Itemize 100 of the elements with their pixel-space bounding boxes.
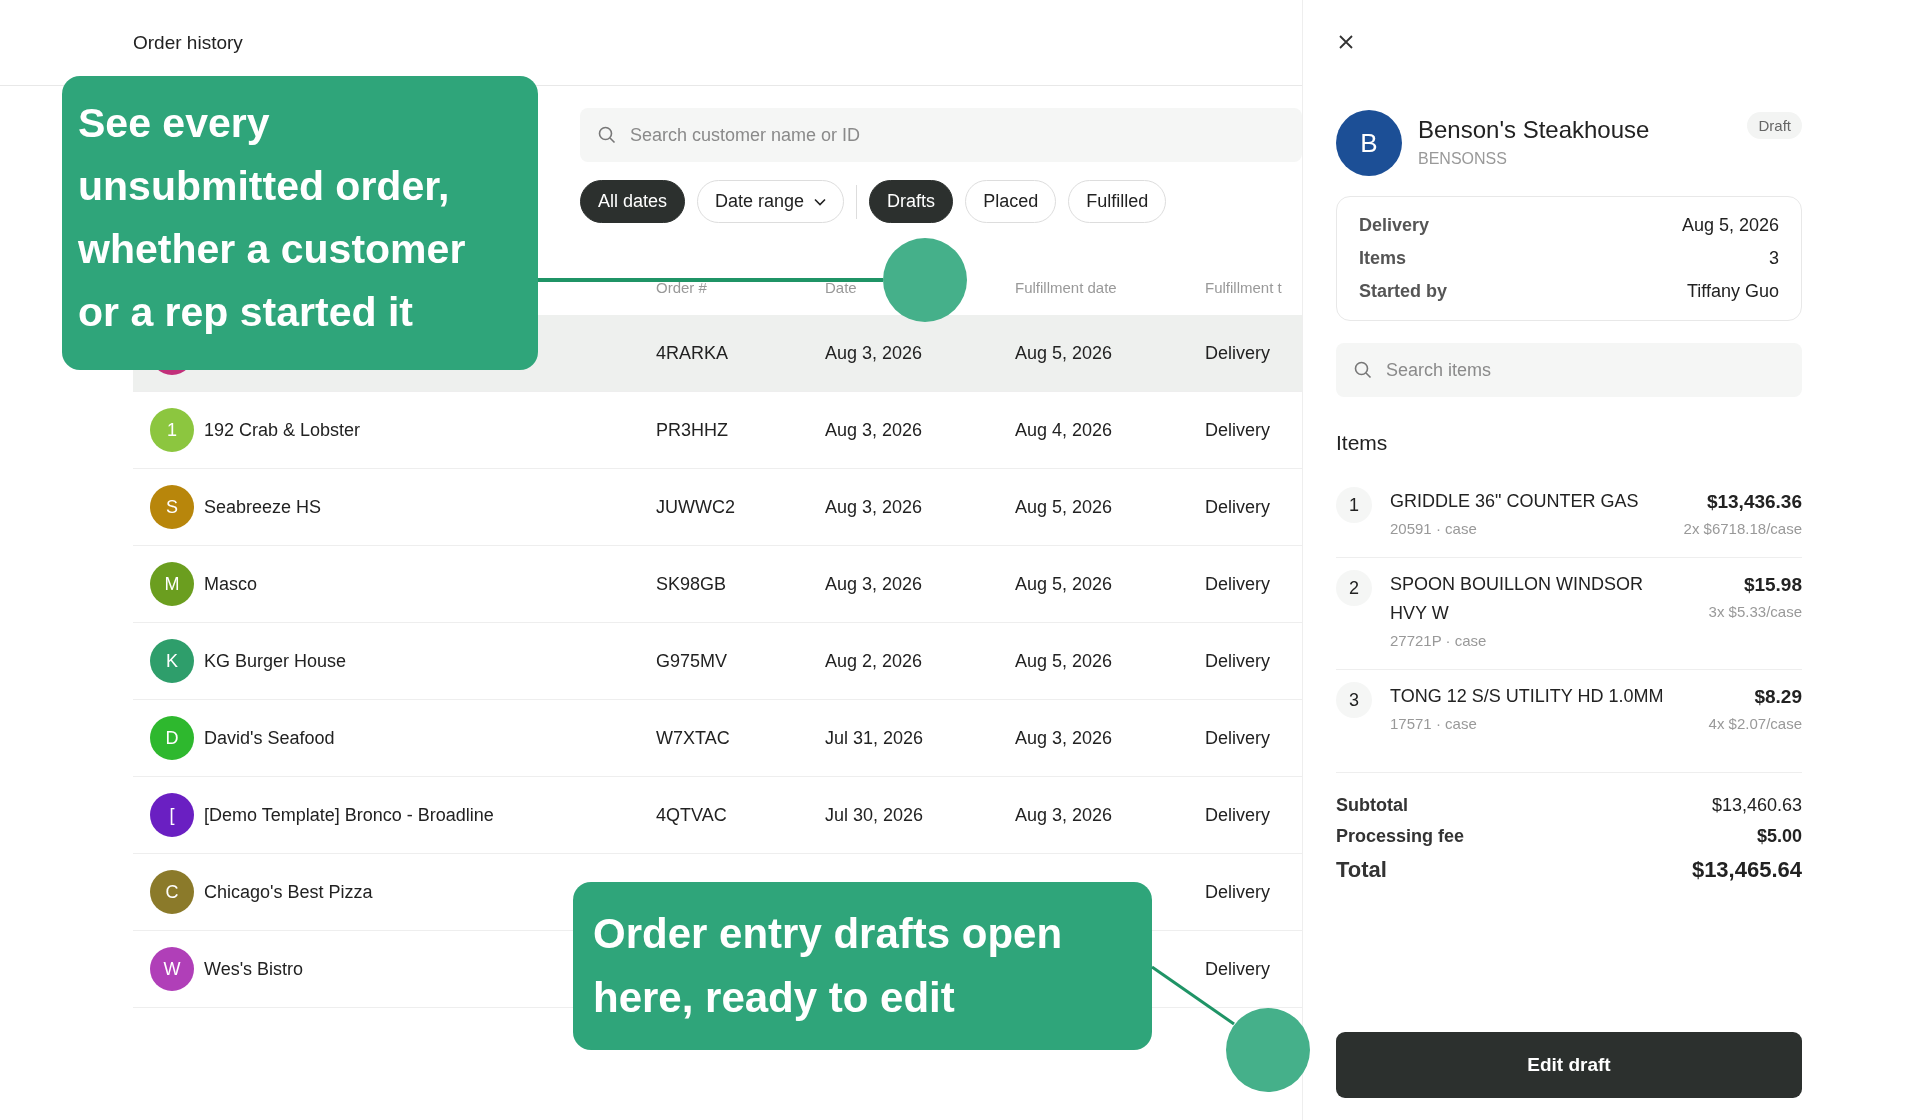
customer-name: KG Burger House (204, 650, 347, 672)
table-cell-text: Aug 3, 2026 (825, 419, 924, 441)
column-header: Fulfillment t (1205, 278, 1283, 296)
table-cell-text: Delivery (1205, 650, 1271, 672)
status-badge: Draft (1747, 112, 1802, 139)
table-row[interactable]: M Masco SK98GB Aug 3, 2026 Aug 5, 2026 Delivery (133, 546, 1302, 623)
item-price: $15.98 (1743, 573, 1802, 597)
filter-chip[interactable]: Placed (965, 180, 1057, 223)
close-icon[interactable] (1338, 34, 1354, 50)
table-cell-text: Aug 5, 2026 (1015, 573, 1114, 595)
total-label: Total (1336, 857, 1387, 883)
table-cell-text: Jul 31, 2026 (825, 727, 925, 749)
table-cell-text: Delivery (1205, 881, 1271, 903)
filter-chip[interactable]: All dates (580, 180, 686, 223)
table-cell-text: G975MV (656, 650, 729, 672)
column-header: Fulfillment date (1015, 278, 1118, 296)
unit-price: 2x $6718.18/case (1683, 520, 1802, 537)
avatar: K (150, 639, 194, 683)
avatar: W (150, 947, 194, 991)
search-icon (1354, 361, 1372, 379)
avatar: D (150, 716, 194, 760)
customer-name: Benson's Steakhouse (1418, 116, 1651, 144)
table-cell-text: SK98GB (656, 573, 728, 595)
item-meta: 20591 · case (1390, 520, 1478, 537)
avatar: [ (150, 793, 194, 837)
avatar: 1 (150, 408, 194, 452)
detail-label: Delivery (1359, 215, 1430, 236)
section-heading: Items (1336, 431, 1389, 455)
detail-label: Items (1359, 248, 1407, 269)
detail-value: 3 (1769, 248, 1779, 269)
table-row[interactable]: [ [Demo Template] Bronco - Broadline 4QTVAC Jul 30, 2026 Aug 3, 2026 Delivery (133, 777, 1302, 854)
customer-name: [Demo Template] Bronco - Broadline (204, 804, 494, 826)
item-meta: 17571 · case (1390, 715, 1478, 732)
customer-name: Chicago's Best Pizza (204, 881, 373, 903)
search-field[interactable]: Search items (1336, 343, 1802, 397)
search-field[interactable]: Search customer name or ID (580, 108, 1302, 162)
total-label: Processing fee (1336, 826, 1465, 847)
item-name: GRIDDLE 36" COUNTER GAS (1390, 490, 1639, 513)
item-price: $13,436.36 (1706, 490, 1802, 514)
detail-value: Aug 5, 2026 (1681, 215, 1779, 236)
chevron-icon (814, 197, 827, 206)
avatar: S (150, 485, 194, 529)
filter-chip[interactable]: Drafts (869, 180, 954, 223)
table-cell-text: Aug 5, 2026 (1015, 496, 1114, 518)
table-cell-text: JUWWC2 (656, 496, 736, 518)
total-value: $13,460.63 (1711, 795, 1802, 816)
item-number: 2 (1336, 570, 1372, 606)
item-name: SPOON BOUILLON WINDSOR HVY W (1390, 573, 1645, 625)
table-row[interactable]: D David's Seafood W7XTAC Jul 31, 2026 Aug 3, 2026 Delivery (133, 700, 1302, 777)
table-row[interactable]: S Seabreeze HS JUWWC2 Aug 3, 2026 Aug 5, 2026 Delivery (133, 469, 1302, 546)
customer-name: Seabreeze HS (204, 496, 322, 518)
table-cell-text: Aug 3, 2026 (825, 573, 924, 595)
customer-name: 192 Crab & Lobster (204, 419, 361, 441)
detail-value: Tiffany Guo (1686, 281, 1779, 302)
customer-name: Masco (204, 573, 257, 595)
total-value: $13,465.64 (1691, 857, 1802, 883)
total-label: Subtotal (1336, 795, 1408, 816)
table-cell-text: Aug 5, 2026 (1015, 650, 1114, 672)
item-name: TONG 12 S/S UTILITY HD 1.0MM (1390, 685, 1664, 708)
avatar: C (150, 870, 194, 914)
edit-draft-button[interactable]: Edit draft (1336, 1032, 1802, 1098)
table-cell-text: Jul 30, 2026 (825, 804, 925, 826)
customer-name: David's Seafood (204, 727, 335, 749)
table-cell-text: Aug 3, 2026 (1015, 804, 1114, 826)
table-row[interactable]: 1 192 Crab & Lobster PR3HHZ Aug 3, 2026 Aug 4, 2026 Delivery (133, 392, 1302, 469)
table-cell-text: Aug 4, 2026 (1015, 419, 1114, 441)
table-cell-text: Delivery (1205, 342, 1271, 364)
item-price: $8.29 (1754, 685, 1802, 709)
table-cell-text: Aug 5, 2026 (1015, 342, 1114, 364)
table-cell-text: Delivery (1205, 419, 1271, 441)
table-cell-text: 4RARKA (656, 342, 730, 364)
item-number: 1 (1336, 487, 1372, 523)
dropdown-button[interactable]: Date range (697, 180, 845, 223)
table-cell-text: Delivery (1205, 958, 1271, 980)
table-cell-text: Delivery (1205, 573, 1271, 595)
table-cell-text: Delivery (1205, 804, 1271, 826)
table-cell-text: PR3HHZ (656, 419, 729, 441)
search-icon (598, 126, 616, 144)
customer-code: BENSONSS (1418, 150, 1508, 168)
avatar: M (150, 562, 194, 606)
column-header: Date (825, 278, 858, 296)
callout-tooltip: See every unsubmitted order, whether a customer or a rep started it (62, 76, 538, 370)
table-row[interactable]: K KG Burger House G975MV Aug 2, 2026 Aug 5, 2026 Delivery (133, 623, 1302, 700)
table-cell-text: Aug 3, 2026 (825, 342, 924, 364)
table-cell-text: Aug 2, 2026 (825, 650, 924, 672)
table-cell-text: Aug 3, 2026 (825, 496, 924, 518)
table-cell-text: 4QTVAC (656, 804, 728, 826)
table-cell-text: W7XTAC (656, 727, 731, 749)
unit-price: 3x $5.33/case (1708, 603, 1802, 620)
unit-price: 4x $2.07/case (1708, 715, 1802, 732)
table-cell-text: Delivery (1205, 727, 1271, 749)
filter-chip[interactable]: Fulfilled (1068, 180, 1167, 223)
avatar: B (1336, 110, 1402, 176)
column-header: Order # (656, 278, 708, 296)
item-meta: 27721P · case (1390, 632, 1488, 649)
total-value: $5.00 (1756, 826, 1802, 847)
callout-tooltip: Order entry drafts open here, ready to edit (573, 882, 1152, 1050)
page-title: Order history (133, 31, 243, 54)
detail-label: Started by (1359, 281, 1448, 302)
customer-name: Wes's Bistro (204, 958, 304, 980)
